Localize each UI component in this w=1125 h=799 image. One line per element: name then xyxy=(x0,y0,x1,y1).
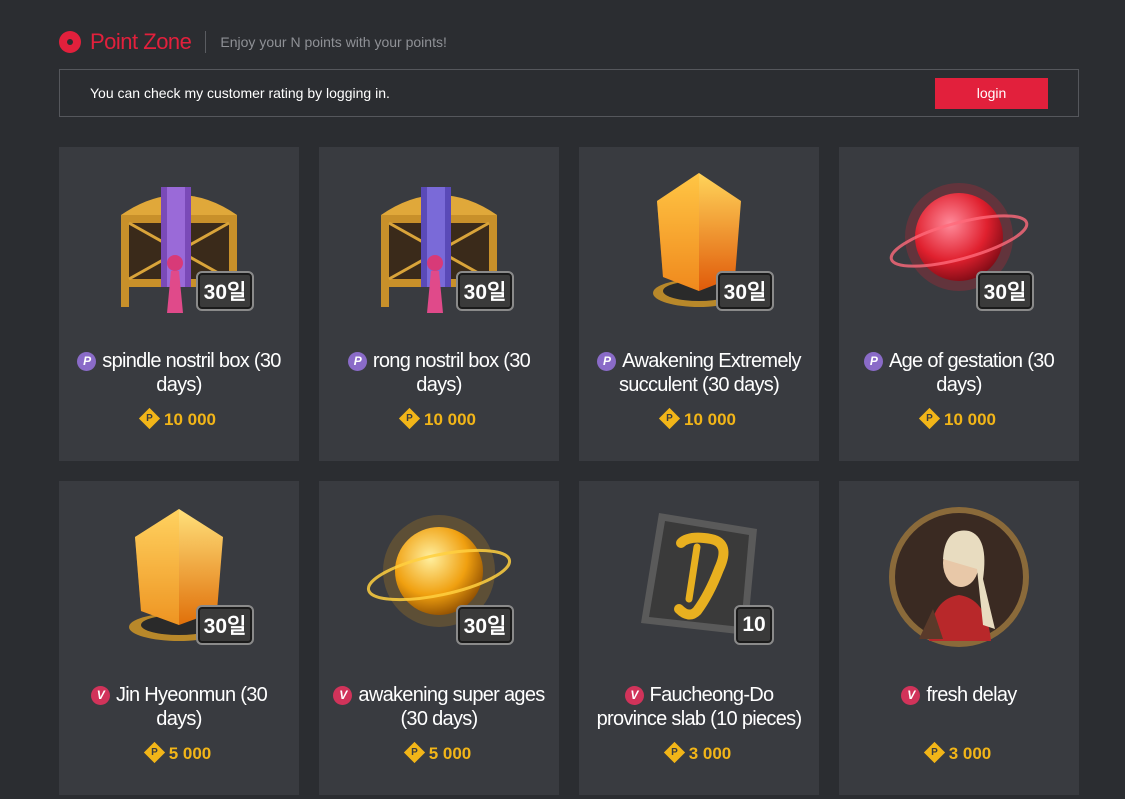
header-divider xyxy=(205,31,207,53)
point-coin-icon xyxy=(658,407,681,430)
product-name: awakening super ages (30 days) xyxy=(358,684,545,730)
product-title: Pspindle nostril box (30 days) xyxy=(69,349,289,397)
duration-badge: 30일 xyxy=(456,605,514,645)
p-currency-icon: P xyxy=(347,352,367,371)
product-title: Vfresh delay xyxy=(849,683,1069,707)
price-value: 10 000 xyxy=(944,410,996,429)
point-coin-icon xyxy=(398,407,421,430)
login-button[interactable]: login xyxy=(935,77,1048,109)
product-name: Jin Hyeonmun (30 days) xyxy=(115,684,268,730)
v-currency-icon: V xyxy=(333,686,353,705)
duration-badge: 30일 xyxy=(716,271,774,311)
point-coin-icon xyxy=(138,407,161,430)
product-title: P Age of gestation (30 days) xyxy=(849,349,1069,397)
product-name: fresh delay xyxy=(926,684,1017,706)
product-grid: 30일 Pspindle nostril box (30 days) 10 00… xyxy=(59,147,1079,795)
product-price: 10 000 xyxy=(839,407,1079,430)
price-value: 3 000 xyxy=(688,744,732,763)
product-title: V Faucheong-Do province slab (10 pieces) xyxy=(589,683,809,731)
product-price: 10 000 xyxy=(59,407,299,430)
product-title: Vawakening super ages (30 days) xyxy=(329,683,549,731)
product-price: 5 000 xyxy=(319,741,559,764)
product-card[interactable]: 30일 Prong nostril box (30 days) 10 000 xyxy=(319,147,559,461)
product-card[interactable]: 30일 V Jin Hyeonmun (30 days) 5 000 xyxy=(59,481,299,795)
product-price: 10 000 xyxy=(579,407,819,430)
product-price: 5 000 xyxy=(59,741,299,764)
quantity-badge: 10 xyxy=(734,605,774,645)
product-card[interactable]: 30일 P Age of gestation (30 days) 10 000 xyxy=(839,147,1079,461)
p-currency-icon: P xyxy=(597,352,617,371)
duration-badge: 30일 xyxy=(196,605,254,645)
price-value: 10 000 xyxy=(684,410,736,429)
p-currency-icon: P xyxy=(77,352,97,371)
price-value: 10 000 xyxy=(164,410,216,429)
login-message: You can check my customer rating by logg… xyxy=(90,85,390,101)
point-coin-icon xyxy=(403,741,425,764)
product-name: Age of gestation (30 days) xyxy=(888,350,1055,396)
v-currency-icon: V xyxy=(624,686,644,705)
product-title: P Awakening Extremely succulent (30 days) xyxy=(589,349,809,397)
brand-title: Point Zone xyxy=(90,29,192,54)
product-card[interactable]: 30일 Vawakening super ages (30 days) 5 00… xyxy=(319,481,559,795)
product-title: V Jin Hyeonmun (30 days) xyxy=(69,683,289,731)
point-coin-icon xyxy=(143,741,165,764)
product-card[interactable]: 30일 P Awakening Extremely succulent (30 d… xyxy=(579,147,819,461)
price-value: 5 000 xyxy=(428,744,472,763)
v-currency-icon: V xyxy=(90,686,110,705)
point-coin-icon xyxy=(663,741,685,764)
price-value: 10 000 xyxy=(424,410,476,429)
point-coin-icon xyxy=(918,407,941,430)
product-price: 3 000 xyxy=(839,741,1079,764)
product-price: 10 000 xyxy=(319,407,559,430)
product-name: rong nostril box (30 days) xyxy=(372,350,531,396)
price-value: 5 000 xyxy=(168,744,212,763)
duration-badge: 30일 xyxy=(456,271,514,311)
point-coin-icon xyxy=(923,741,945,764)
point-zone-logo-icon xyxy=(59,31,81,53)
product-card[interactable]: 30일 Pspindle nostril box (30 days) 10 00… xyxy=(59,147,299,461)
product-title: Prong nostril box (30 days) xyxy=(329,349,549,397)
duration-badge: 30일 xyxy=(976,271,1034,311)
product-card[interactable]: Vfresh delay 3 000 xyxy=(839,481,1079,795)
character-portrait-icon xyxy=(889,507,1029,647)
product-card[interactable]: 10 V Faucheong-Do province slab (10 piece… xyxy=(579,481,819,795)
p-currency-icon: P xyxy=(863,352,883,371)
login-bar: You can check my customer rating by logg… xyxy=(59,69,1079,117)
product-name: spindle nostril box (30 days) xyxy=(102,350,281,396)
product-price: 3 000 xyxy=(579,741,819,764)
header-tagline: Enjoy your N points with your points! xyxy=(220,34,447,50)
price-value: 3 000 xyxy=(948,744,992,763)
page-header: Point Zone Enjoy your N points with your… xyxy=(59,28,447,56)
duration-badge: 30일 xyxy=(196,271,254,311)
product-name: Awakening Extremely succulent (30 days) xyxy=(618,350,802,396)
v-currency-icon: V xyxy=(901,686,921,705)
